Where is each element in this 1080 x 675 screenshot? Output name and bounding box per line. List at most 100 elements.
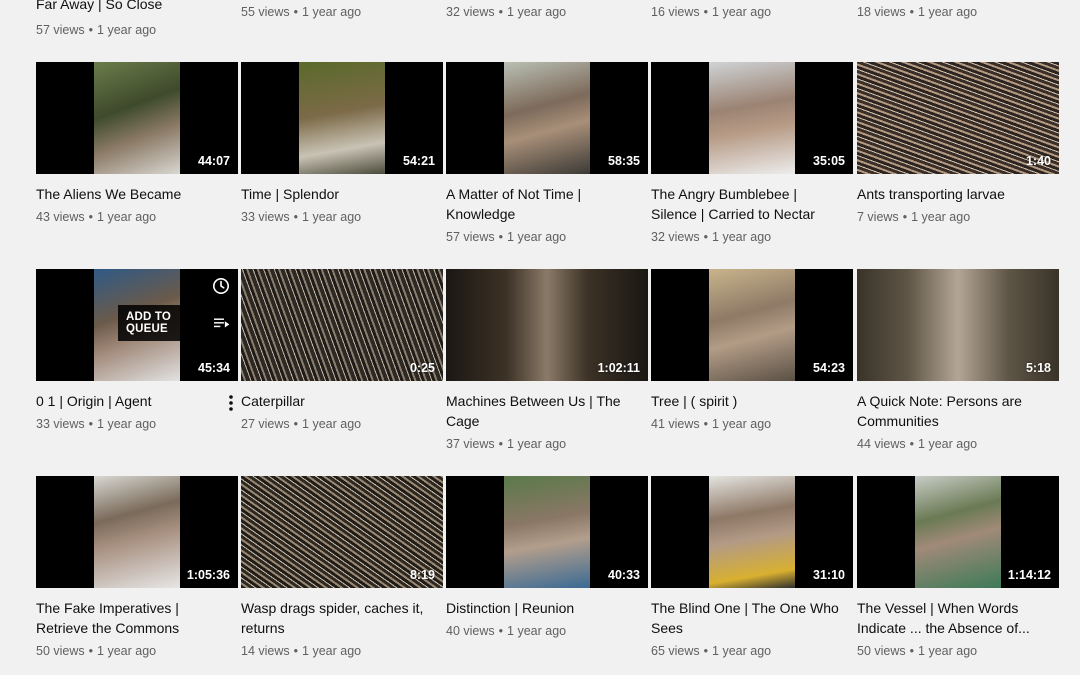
upload-age: 1 year ago [97,23,157,37]
watch-later-icon[interactable] [212,277,230,295]
video-title[interactable]: A Quick Note: Persons are Communities [857,391,1059,431]
video-duration: 0:25 [409,361,435,375]
upload-age: 1 year ago [302,417,362,431]
video-title[interactable]: Tree | ( spirit ) [651,391,853,411]
add-to-queue-button[interactable]: ADD TO QUEUE [118,305,238,341]
view-count: 18 views [857,5,906,19]
video-thumbnail[interactable]: 1:02:11 [446,269,648,381]
video-title[interactable]: The Blind One | The One Who Sees [651,598,853,638]
video-title[interactable]: 0 1 | Origin | Agent [36,391,238,411]
video-card[interactable]: 40:33 Distinction | Reunion 40 views • 1 y… [446,476,648,639]
more-options-icon[interactable] [226,393,236,413]
video-meta: 43 views • 1 year ago [36,209,238,225]
upload-age: 1 year ago [507,5,567,19]
thumbnail-image [94,62,180,174]
video-thumbnail[interactable]: 5:18 [857,269,1059,381]
thumbnail-image [709,269,795,381]
separator: • [88,644,94,658]
video-grid: Far Away | So Close 57 views • 1 year ago … [0,0,1080,675]
video-meta: 32 views • 1 year ago [651,229,853,245]
upload-age: 1 year ago [97,417,157,431]
video-card[interactable]: 31:10 The Blind One | The One Who Sees 6… [651,476,853,659]
video-title[interactable]: The Angry Bumblebee | Silence | Carried … [651,184,853,224]
video-meta: 57 views • 1 year ago [36,23,156,37]
video-title[interactable]: Ants transporting larvae [857,184,1059,204]
video-meta: 40 views • 1 year ago [446,623,648,639]
view-count: 7 views [857,210,899,224]
thumbnail-image [299,62,385,174]
separator: • [293,644,299,658]
video-title[interactable]: The Vessel | When Words Indicate ... the… [857,598,1059,638]
separator: • [498,624,504,638]
separator: • [703,5,709,19]
video-thumbnail[interactable]: 35:05 [651,62,853,174]
view-count: 27 views [241,417,290,431]
video-card[interactable]: 44:07 The Aliens We Became 43 views • 1 ye… [36,62,238,225]
view-count: 43 views [36,210,85,224]
video-card[interactable]: 58:35 A Matter of Not Time | Knowledge 5… [446,62,648,245]
separator: • [902,210,908,224]
video-meta: 44 views • 1 year ago [857,436,1059,452]
upload-age: 1 year ago [918,644,978,658]
separator: • [498,437,504,451]
view-count: 50 views [857,644,906,658]
video-duration: 54:23 [813,361,845,375]
video-meta: 32 views • 1 year ago [446,5,566,19]
video-card[interactable]: 1:40 Ants transporting larvae 7 views • 1 … [857,62,1059,225]
video-card[interactable]: ADD TO QUEUE 45:34 0 1 | Origin | Agent … [36,269,238,432]
video-card[interactable]: 1:05:36 The Fake Imperatives | Retrieve … [36,476,238,659]
video-title[interactable]: Caterpillar [241,391,443,411]
video-card[interactable]: 0:25 Caterpillar 27 views • 1 year ago [241,269,443,432]
thumbnail-image [915,476,1001,588]
video-thumbnail[interactable]: 0:25 [241,269,443,381]
video-thumbnail[interactable]: ADD TO QUEUE 45:34 [36,269,238,381]
video-thumbnail[interactable]: 8:19 [241,476,443,588]
video-card[interactable]: 1:02:11 Machines Between Us | The Cage 3… [446,269,648,452]
view-count: 57 views [36,23,85,37]
video-thumbnail[interactable]: 54:23 [651,269,853,381]
video-thumbnail[interactable]: 1:05:36 [36,476,238,588]
upload-age: 1 year ago [712,644,772,658]
video-duration: 45:34 [198,361,230,375]
video-meta: 57 views • 1 year ago [446,229,648,245]
thumbnail-image [709,62,795,174]
upload-age: 1 year ago [507,230,567,244]
video-card[interactable]: 54:21 Time | Splendor 33 views • 1 year ag… [241,62,443,225]
upload-age: 1 year ago [302,644,362,658]
video-title[interactable]: The Fake Imperatives | Retrieve the Comm… [36,598,238,638]
upload-age: 1 year ago [712,5,772,19]
upload-age: 1 year ago [507,437,567,451]
video-title[interactable]: Wasp drags spider, caches it, returns [241,598,443,638]
video-title[interactable]: A Matter of Not Time | Knowledge [446,184,648,224]
video-card[interactable]: 1:14:12 The Vessel | When Words Indicate… [857,476,1059,659]
video-thumbnail[interactable]: 54:21 [241,62,443,174]
video-title[interactable]: Time | Splendor [241,184,443,204]
video-title[interactable]: Distinction | Reunion [446,598,648,618]
video-card[interactable]: 5:18 A Quick Note: Persons are Communiti… [857,269,1059,452]
video-thumbnail[interactable]: 40:33 [446,476,648,588]
video-card[interactable]: 35:05 The Angry Bumblebee | Silence | Ca… [651,62,853,245]
video-duration: 1:40 [1025,154,1051,168]
video-title[interactable]: Far Away | So Close [36,0,162,12]
view-count: 32 views [651,230,700,244]
video-duration: 58:35 [608,154,640,168]
video-card[interactable]: 54:23 Tree | ( spirit ) 41 views • 1 year … [651,269,853,432]
video-meta: 50 views • 1 year ago [857,643,1059,659]
separator: • [909,644,915,658]
upload-age: 1 year ago [712,417,772,431]
thumbnail-image [709,476,795,588]
video-thumbnail[interactable]: 1:14:12 [857,476,1059,588]
video-title[interactable]: Machines Between Us | The Cage [446,391,648,431]
video-duration: 1:05:36 [186,568,230,582]
add-to-queue-label: ADD TO QUEUE [126,311,172,335]
separator: • [498,230,504,244]
video-meta: 65 views • 1 year ago [651,643,853,659]
video-thumbnail[interactable]: 1:40 [857,62,1059,174]
video-thumbnail[interactable]: 31:10 [651,476,853,588]
thumbnail-image [94,476,180,588]
video-thumbnail[interactable]: 58:35 [446,62,648,174]
video-duration: 8:19 [409,568,435,582]
video-thumbnail[interactable]: 44:07 [36,62,238,174]
video-title[interactable]: The Aliens We Became [36,184,238,204]
video-card[interactable]: 8:19 Wasp drags spider, caches it, retur… [241,476,443,659]
